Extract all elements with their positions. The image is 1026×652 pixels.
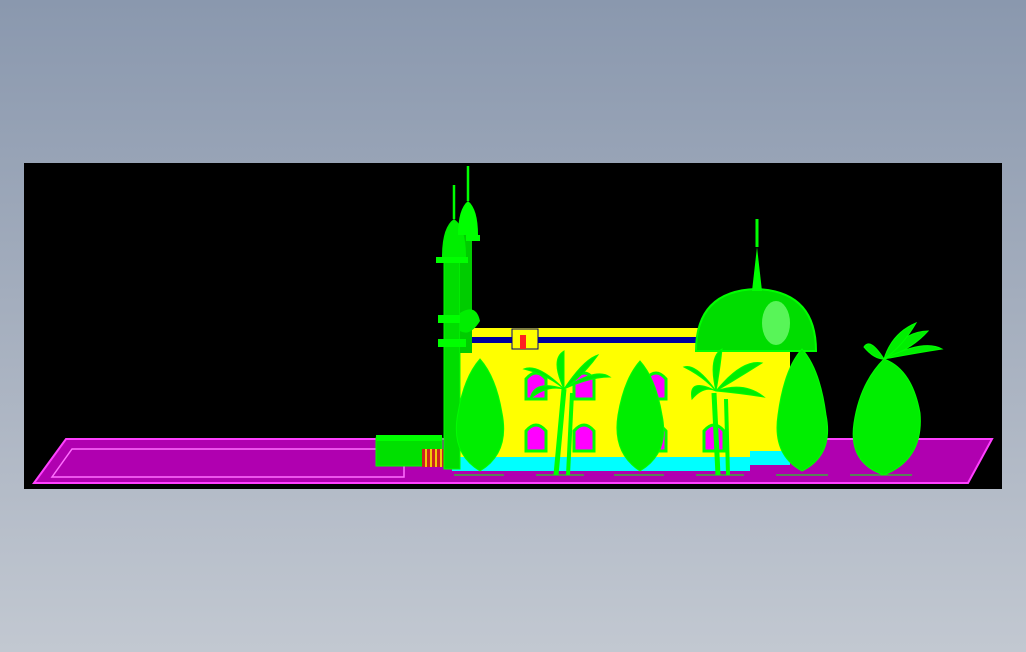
dome-highlight: [762, 301, 790, 345]
roof-kiosk-red: [520, 335, 526, 349]
cad-viewport[interactable]: [24, 163, 1002, 489]
dome-finial: [752, 247, 762, 291]
mosque-scene: [32, 166, 994, 484]
side-annex-roof: [376, 435, 442, 441]
entrance-gate: [422, 449, 444, 467]
cyan-base: [452, 457, 750, 471]
main-dome: [694, 287, 818, 352]
roof-trim: [472, 337, 698, 343]
